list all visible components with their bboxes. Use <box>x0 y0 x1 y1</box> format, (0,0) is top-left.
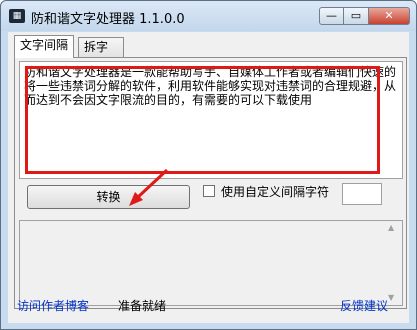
custom-separator-input[interactable] <box>342 183 382 205</box>
tab-split-chars[interactable]: 拆字 <box>78 37 124 57</box>
title-bar[interactable]: ▦ 防和谐文字处理器 1.1.0.0 — ▭ ✕ <box>1 1 416 31</box>
output-area[interactable]: ▲ ▼ <box>19 220 403 306</box>
window-title: 防和谐文字处理器 1.1.0.0 <box>31 12 185 27</box>
scroll-down-icon[interactable]: ▼ <box>388 293 394 302</box>
red-arrow-annotation <box>129 168 169 206</box>
vertical-scrollbar[interactable]: ▲ ▼ <box>385 221 402 305</box>
close-button[interactable]: ✕ <box>369 7 410 25</box>
tab-panel: 防和谐文字处理器是一款能帮助写手、自媒体工作者或者编辑们快速的将一些违禁词分解的… <box>14 57 407 309</box>
client-area: 文字间隔 拆字 防和谐文字处理器是一款能帮助写手、自媒体工作者或者编辑们快速的将… <box>8 32 409 323</box>
author-blog-link[interactable]: 访问作者博客 <box>17 297 89 314</box>
feedback-link[interactable]: 反馈建议 <box>340 297 388 314</box>
scroll-up-icon[interactable]: ▲ <box>388 223 394 232</box>
maximize-button[interactable]: ▭ <box>344 7 369 25</box>
minimize-button[interactable]: — <box>319 7 344 25</box>
highlight-annotation <box>25 66 380 174</box>
app-icon: ▦ <box>9 9 25 23</box>
tab-text-spacing[interactable]: 文字间隔 <box>14 35 75 58</box>
custom-separator-checkbox[interactable] <box>203 185 215 197</box>
custom-separator-label: 使用自定义间隔字符 <box>221 185 330 199</box>
status-text: 准备就绪 <box>118 299 167 313</box>
app-window: ▦ 防和谐文字处理器 1.1.0.0 — ▭ ✕ 文字间隔 拆字 防和谐文字处理… <box>0 0 417 330</box>
